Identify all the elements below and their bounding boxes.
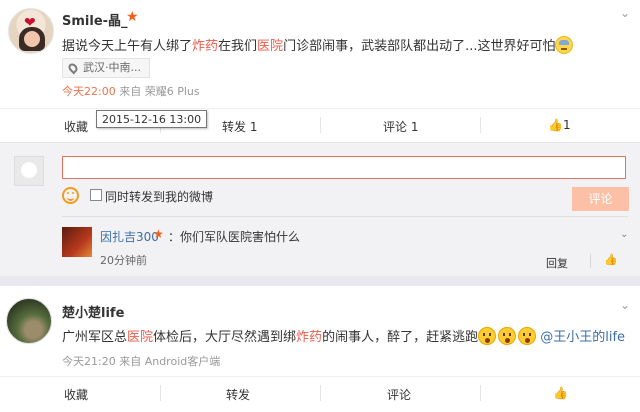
content-highlight[interactable]: 医院: [127, 330, 153, 345]
my-avatar: [14, 156, 44, 186]
post-meta: 今天21:20 来自 Android客户端: [62, 353, 220, 369]
avatar[interactable]: [6, 298, 52, 344]
content-segment: 门诊部闹事，武装部队都出动了...这世界好可怕: [283, 39, 556, 54]
mention-link[interactable]: @王小王的life: [540, 330, 625, 345]
comment-input[interactable]: [62, 156, 626, 179]
post-username[interactable]: 楚小楚life: [62, 302, 124, 321]
thumb-up-icon[interactable]: 👍: [604, 253, 618, 266]
divider: [62, 216, 628, 217]
star-icon: ★: [153, 227, 164, 241]
chevron-down-icon[interactable]: ⌄: [620, 298, 630, 312]
divider: [160, 385, 161, 401]
chevron-down-icon[interactable]: ⌄: [620, 6, 630, 20]
submit-comment-button[interactable]: 评论: [572, 187, 629, 211]
post-username[interactable]: Smile-晶_: [62, 10, 128, 29]
post-meta: 今天22:00 来自 荣耀6 Plus: [62, 83, 200, 99]
post-time[interactable]: 今天22:00: [62, 85, 116, 98]
also-repost-label[interactable]: 同时转发到我的微博: [105, 188, 213, 205]
post-content: 据说今天上午有人绑了炸药在我们医院门诊部闹事，武装部队都出动了...这世界好可怕: [62, 36, 622, 56]
thumb-up-icon: 👍: [553, 386, 568, 400]
reply-avatar[interactable]: [62, 227, 92, 257]
content-segment: 体检后，大厅尽然遇到绑: [153, 330, 297, 345]
content-segment: 广州军区总: [62, 330, 128, 345]
chevron-down-icon[interactable]: ⌄: [620, 229, 628, 240]
comment-toggle-button[interactable]: 评论 1: [383, 118, 418, 135]
smiley-icon[interactable]: [62, 187, 79, 204]
thumb-up-icon: 👍: [548, 118, 563, 132]
reply-username[interactable]: 因扎吉300: [100, 228, 159, 245]
favorite-button[interactable]: 收藏: [64, 386, 88, 403]
heart-icon: ❤: [24, 15, 36, 31]
content-segment: 的闹事人，醉了，赶紧逃跑: [322, 330, 479, 345]
content-highlight[interactable]: 炸药: [192, 39, 218, 54]
feed-separator: [0, 276, 640, 286]
avatar[interactable]: ❤: [8, 8, 54, 54]
post-content: 广州军区总医院体检后，大厅尽然遇到绑炸药的闹事人，醉了，赶紧逃跑 @王小王的li…: [62, 327, 625, 348]
post-source: 来自 荣耀6 Plus: [119, 85, 200, 98]
time-tooltip: 2015-12-16 13:00: [96, 110, 208, 128]
post-source: 来自 Android客户端: [119, 355, 221, 368]
location-label: 武汉·中南...: [83, 61, 141, 74]
divider: [590, 254, 591, 268]
repost-button[interactable]: 转发 1: [222, 118, 257, 135]
repost-button[interactable]: 转发: [226, 386, 250, 403]
favorite-button[interactable]: 收藏: [64, 118, 88, 135]
sweat-emoji-icon: [555, 36, 574, 54]
hush-emoji-icon: [498, 327, 517, 345]
post-time[interactable]: 今天21:20: [62, 355, 116, 368]
divider: [480, 385, 481, 401]
action-bar: 收藏 转发 评论 👍: [0, 376, 640, 412]
comment-toggle-button[interactable]: 评论: [387, 386, 411, 403]
like-button[interactable]: 👍: [553, 386, 568, 400]
reply-text: ：你们军队医院害怕什么: [168, 230, 301, 244]
like-count: 1: [562, 118, 571, 132]
content-highlight[interactable]: 医院: [257, 39, 283, 54]
also-repost-checkbox[interactable]: [90, 189, 102, 201]
star-icon: ★: [126, 9, 139, 25]
location-pin-icon: [66, 61, 80, 75]
reply-time: 20分钟前: [100, 254, 147, 267]
hush-emoji-icon: [478, 327, 497, 345]
content-segment: 据说今天上午有人绑了: [62, 39, 193, 54]
content-segment: 在我们: [218, 39, 258, 54]
reply-button[interactable]: 回复: [546, 255, 568, 271]
divider: [320, 385, 321, 401]
location-tag[interactable]: 武汉·中南...: [62, 58, 150, 78]
hush-emoji-icon: [518, 327, 537, 345]
content-highlight[interactable]: 炸药: [296, 330, 322, 345]
divider: [320, 117, 321, 133]
like-button[interactable]: 👍1: [548, 118, 571, 132]
divider: [480, 117, 481, 133]
